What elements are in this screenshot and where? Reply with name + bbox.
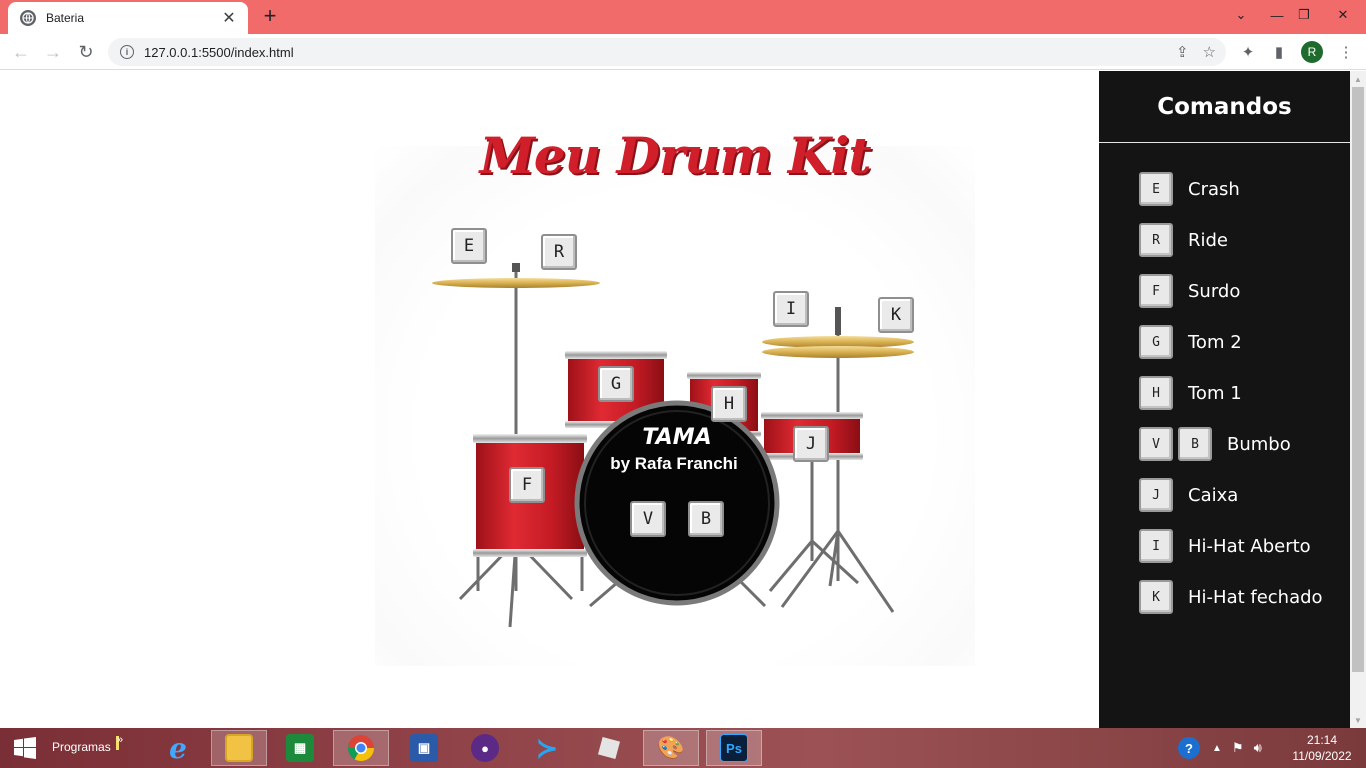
clock-time: 21:14 bbox=[1306, 733, 1338, 747]
command-row-bumbo: V B Bumbo bbox=[1139, 427, 1291, 461]
browser-tabstrip: Bateria ✕ + ⌄ — ❐ ✕ bbox=[0, 0, 1366, 34]
close-tab-icon[interactable]: ✕ bbox=[220, 8, 238, 28]
photoshop-icon[interactable]: Ps bbox=[706, 730, 762, 766]
command-row-hi-hat-fechado: K Hi-Hat fechado bbox=[1139, 580, 1323, 614]
key-j-snare[interactable]: J bbox=[793, 426, 829, 462]
remote-desktop-icon[interactable]: ▣ bbox=[396, 730, 452, 766]
tray-expand-icon[interactable]: ▲ bbox=[1212, 743, 1222, 754]
page-scrollbar[interactable]: ▲ ▼ bbox=[1350, 71, 1366, 728]
site-info-icon[interactable]: i bbox=[120, 45, 134, 59]
command-key[interactable]: B bbox=[1178, 427, 1212, 461]
page-content: TAMA by Rafa Franchi Meu Drum Kit E R I … bbox=[0, 71, 1350, 728]
bass-drum-brand: TAMA bbox=[642, 425, 711, 450]
command-key[interactable]: I bbox=[1139, 529, 1173, 563]
globe-icon bbox=[20, 10, 36, 26]
command-key[interactable]: E bbox=[1139, 172, 1173, 206]
key-h-tom-1[interactable]: H bbox=[711, 386, 747, 422]
clock-date: 11/09/2022 bbox=[1292, 749, 1352, 763]
back-arrow-icon[interactable]: ← bbox=[9, 40, 33, 64]
command-row-ride: R Ride bbox=[1139, 223, 1228, 257]
key-v-bass[interactable]: V bbox=[630, 501, 666, 537]
taskbar-clock[interactable]: 21:14 11/09/2022 bbox=[1284, 732, 1360, 764]
reload-icon[interactable]: ↻ bbox=[74, 40, 98, 64]
share-icon[interactable]: ⇪ bbox=[1176, 43, 1189, 61]
key-e-crash[interactable]: E bbox=[451, 228, 487, 264]
forward-arrow-icon[interactable]: → bbox=[41, 40, 65, 64]
command-row-tom-1: H Tom 1 bbox=[1139, 376, 1242, 410]
page-title: Meu Drum Kit bbox=[479, 126, 872, 185]
menu-kebab-icon[interactable]: ⋮ bbox=[1335, 41, 1357, 63]
browser-toolbar: ← → ↻ i 127.0.0.1:5500/index.html ⇪ ☆ ✦ … bbox=[0, 34, 1366, 70]
command-label: Hi-Hat Aberto bbox=[1188, 535, 1311, 557]
windows-logo-icon bbox=[14, 737, 36, 759]
github-icon[interactable]: ● bbox=[457, 730, 513, 766]
paint-icon[interactable]: 🎨 bbox=[643, 730, 699, 766]
file-explorer-icon[interactable] bbox=[211, 730, 267, 766]
command-key[interactable]: F bbox=[1139, 274, 1173, 308]
store-icon[interactable]: ▦ bbox=[272, 730, 328, 766]
command-row-surdo: F Surdo bbox=[1139, 274, 1240, 308]
vscode-icon[interactable]: ≻ bbox=[519, 730, 575, 766]
side-panel-icon[interactable]: ▮ bbox=[1268, 41, 1290, 63]
address-url[interactable]: 127.0.0.1:5500/index.html bbox=[144, 45, 294, 60]
browser-tab[interactable]: Bateria ✕ bbox=[8, 2, 248, 34]
close-window-icon[interactable]: ✕ bbox=[1320, 0, 1366, 30]
command-key[interactable]: G bbox=[1139, 325, 1173, 359]
address-bar[interactable]: i 127.0.0.1:5500/index.html ⇪ ☆ bbox=[108, 38, 1226, 66]
hihat-bottom-cymbal[interactable] bbox=[762, 346, 914, 358]
sidebar-title: Comandos bbox=[1099, 71, 1350, 143]
tab-search-chevron-icon[interactable]: ⌄ bbox=[1224, 0, 1258, 30]
profile-avatar[interactable]: R bbox=[1301, 41, 1323, 63]
key-g-tom-2[interactable]: G bbox=[598, 366, 634, 402]
tab-title: Bateria bbox=[46, 11, 85, 25]
command-label: Surdo bbox=[1188, 280, 1241, 302]
network-icon[interactable]: ⚑ bbox=[1232, 740, 1244, 756]
command-label: Hi-Hat fechado bbox=[1188, 586, 1323, 608]
key-i-hihat-open[interactable]: I bbox=[773, 291, 809, 327]
commands-sidebar: Comandos E Crash R Ride F Surdo G Tom 2 H Tom 1VB… bbox=[1099, 71, 1350, 728]
programs-label[interactable]: Programas bbox=[52, 740, 111, 754]
start-button[interactable] bbox=[0, 728, 50, 768]
command-key[interactable]: J bbox=[1139, 478, 1173, 512]
volume-icon[interactable]: 🔊︎ bbox=[1254, 740, 1262, 756]
extensions-puzzle-icon[interactable]: ✦ bbox=[1237, 41, 1259, 63]
scrollbar-thumb[interactable] bbox=[1352, 87, 1364, 672]
key-f-floor-tom[interactable]: F bbox=[509, 467, 545, 503]
command-label: Ride bbox=[1188, 229, 1229, 251]
command-label: Crash bbox=[1188, 178, 1240, 200]
command-key[interactable]: V bbox=[1139, 427, 1173, 461]
command-row-caixa: J Caixa bbox=[1139, 478, 1238, 512]
programs-chevron[interactable]: » bbox=[117, 734, 123, 746]
chrome-icon[interactable] bbox=[333, 730, 389, 766]
crash-cymbal[interactable] bbox=[432, 278, 600, 288]
command-row-hi-hat-aberto: I Hi-Hat Aberto bbox=[1139, 529, 1311, 563]
key-r-ride[interactable]: R bbox=[541, 234, 577, 270]
help-icon[interactable]: ? bbox=[1178, 737, 1200, 759]
command-label: Tom 1 bbox=[1188, 382, 1242, 404]
scroll-up-icon[interactable]: ▲ bbox=[1350, 71, 1366, 87]
bookmark-star-icon[interactable]: ☆ bbox=[1203, 43, 1216, 61]
restore-icon[interactable]: ❐ bbox=[1287, 0, 1321, 30]
command-key[interactable]: K bbox=[1139, 580, 1173, 614]
new-tab-button[interactable]: + bbox=[258, 5, 282, 29]
command-row-crash: E Crash bbox=[1139, 172, 1240, 206]
command-label: Caixa bbox=[1188, 484, 1239, 506]
windows-taskbar: Programas » e ▦ ▣ ● ≻ 🎨 Ps ? ▲ ⚑ 🔊︎ 21:1… bbox=[0, 728, 1366, 768]
key-k-hihat-closed[interactable]: K bbox=[878, 297, 914, 333]
system-tray: ? ▲ ⚑ 🔊︎ bbox=[1178, 728, 1262, 768]
key-b-bass[interactable]: B bbox=[688, 501, 724, 537]
command-label: Bumbo bbox=[1227, 433, 1291, 455]
command-key[interactable]: H bbox=[1139, 376, 1173, 410]
command-key[interactable]: R bbox=[1139, 223, 1173, 257]
roblox-icon[interactable] bbox=[581, 730, 637, 766]
bass-drum-subtitle: by Rafa Franchi bbox=[610, 454, 738, 473]
command-label: Tom 2 bbox=[1188, 331, 1242, 353]
internet-explorer-icon[interactable]: e bbox=[150, 730, 206, 766]
scroll-down-icon[interactable]: ▼ bbox=[1350, 712, 1366, 728]
command-row-tom-2: G Tom 2 bbox=[1139, 325, 1242, 359]
